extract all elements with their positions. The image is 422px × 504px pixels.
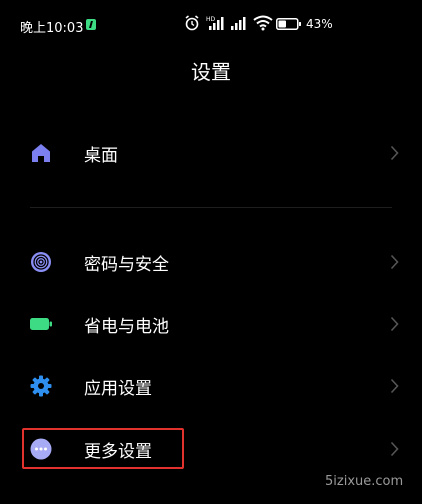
chevron-right-icon: [390, 378, 399, 394]
fingerprint-icon: [31, 252, 51, 272]
settings-item-label: 桌面: [84, 146, 118, 166]
status-time: 晚上10:03: [20, 21, 84, 36]
settings-item-app-settings[interactable]: 应用设置: [0, 358, 422, 414]
chevron-right-icon: [390, 441, 399, 457]
chevron-right-icon: [390, 254, 399, 270]
page-title: 设置: [191, 60, 231, 84]
watermark: 5izixue.com: [325, 474, 404, 489]
settings-item-password-security[interactable]: 密码与安全: [0, 234, 422, 290]
chevron-right-icon: [390, 145, 399, 161]
home-icon: [32, 144, 50, 162]
settings-item-label: 应用设置: [84, 379, 152, 399]
battery-percentage: 43%: [306, 17, 333, 31]
settings-item-label: 密码与安全: [84, 255, 169, 275]
wifi-icon: [253, 15, 273, 31]
settings-item-label: 省电与电池: [84, 317, 169, 337]
chevron-right-icon: [390, 316, 399, 332]
battery-icon: [276, 18, 301, 30]
divider: [30, 207, 392, 208]
signal-icon: [231, 17, 246, 30]
battery-icon: [30, 318, 52, 330]
settings-item-battery[interactable]: 省电与电池: [0, 296, 422, 352]
settings-item-desktop[interactable]: 桌面: [0, 125, 422, 181]
hd-signal-icon: HD: [206, 16, 224, 30]
highlight-annotation-box: [22, 428, 184, 469]
alarm-icon: [185, 15, 199, 31]
svg-text:HD: HD: [206, 16, 216, 23]
charging-badge-icon: [86, 19, 96, 30]
status-bar: 晚上10:03 HD 43%: [0, 0, 422, 48]
gear-icon: [30, 375, 52, 397]
